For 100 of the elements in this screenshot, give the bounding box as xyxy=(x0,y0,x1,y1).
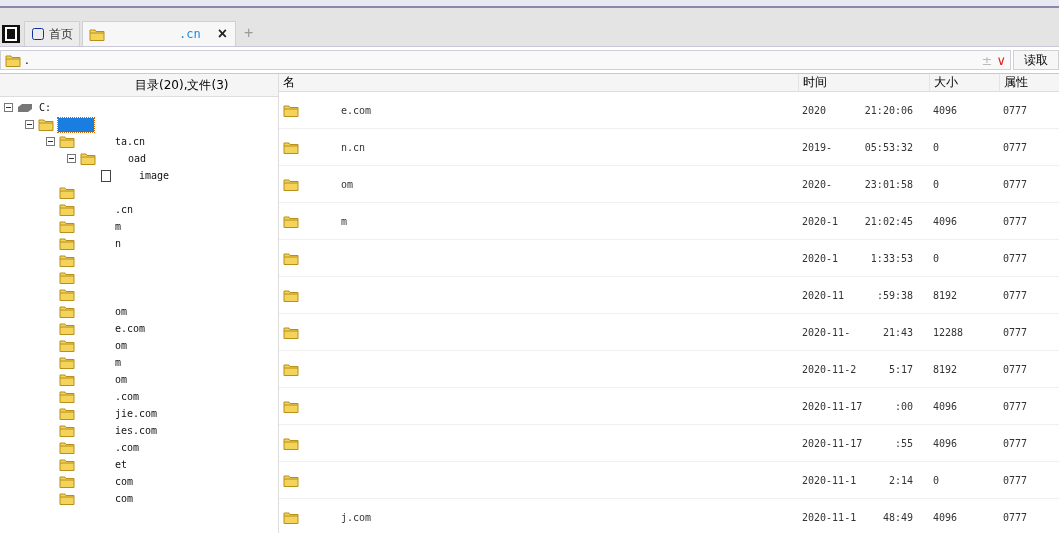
tree-item[interactable]: om xyxy=(115,340,128,351)
count-label: 目录(20),文件(3) xyxy=(135,76,229,94)
folder-icon xyxy=(59,407,75,420)
folder-icon xyxy=(59,356,75,369)
date-text: 2020-11 xyxy=(802,289,845,301)
size-cell-text: 4096 xyxy=(932,437,959,449)
folder-icon xyxy=(59,390,75,403)
folder-icon xyxy=(59,254,75,267)
date-text: 2019- xyxy=(802,141,833,153)
folder-icon xyxy=(38,118,54,131)
tree-item[interactable]: oad xyxy=(128,153,147,164)
collapse-toggle[interactable] xyxy=(67,154,76,163)
size-cell-text: 12288 xyxy=(932,326,965,338)
dropdown-icon[interactable]: ∨ xyxy=(996,52,1006,68)
size-cell-text: 4096 xyxy=(932,215,959,227)
folder-icon xyxy=(59,220,75,233)
tree-item[interactable]: com xyxy=(115,493,134,504)
attr-cell-text: 0777 xyxy=(1002,104,1029,116)
time-text: 21:20:06 xyxy=(864,104,913,116)
folder-icon xyxy=(59,186,75,199)
folder-icon xyxy=(283,103,299,117)
attr-cell-text: 0777 xyxy=(1002,400,1029,412)
close-button[interactable]: × xyxy=(215,25,229,43)
folder-icon xyxy=(283,399,299,413)
path-field[interactable]: . ± ∨ xyxy=(0,50,1011,70)
folder-icon xyxy=(59,441,75,454)
date-text: 2020- xyxy=(802,178,833,190)
time-text: 48:49 xyxy=(882,511,913,523)
tree-item[interactable]: .com xyxy=(115,391,140,402)
folder-icon xyxy=(283,510,299,524)
tree-item[interactable]: om xyxy=(115,306,128,317)
time-text: 2:14 xyxy=(888,474,913,486)
tab[interactable]: .cn × xyxy=(82,21,236,46)
attr-cell-text: 0777 xyxy=(1002,252,1029,264)
column-header[interactable]: 名 xyxy=(279,74,798,91)
date-text: 2020-11-1 xyxy=(802,474,857,486)
time-text: 5:17 xyxy=(888,363,913,375)
tree-item[interactable]: m xyxy=(115,221,122,232)
time-text: 21:43 xyxy=(882,326,913,338)
collapse-toggle[interactable] xyxy=(4,103,13,112)
tree-item[interactable]: image xyxy=(139,170,170,181)
folder-icon xyxy=(59,339,75,352)
folder-icon xyxy=(89,27,105,41)
date-text: 2020-11-17 xyxy=(802,400,863,412)
app-icon[interactable] xyxy=(2,25,20,43)
folder-icon xyxy=(283,251,299,265)
attr-cell-text: 0777 xyxy=(1002,141,1029,153)
time-text: :55 xyxy=(894,437,913,449)
size-cell-text: 8192 xyxy=(932,363,959,375)
folder-icon xyxy=(283,436,299,450)
time-text: 05:53:32 xyxy=(864,141,913,153)
date-text: 2020-1 xyxy=(802,215,839,227)
collapse-toggle[interactable] xyxy=(25,120,34,129)
folder-icon xyxy=(283,362,299,376)
date-text: 2020-11-2 xyxy=(802,363,857,375)
tree-item[interactable]: ta.cn xyxy=(115,136,146,147)
folder-icon xyxy=(283,140,299,154)
attr-cell-text: 0777 xyxy=(1002,326,1029,338)
tree-item[interactable]: et xyxy=(115,459,128,470)
tab[interactable]: 首页 xyxy=(24,21,80,46)
tree-item[interactable]: e.com xyxy=(115,323,146,334)
file-name: j.com xyxy=(341,511,372,523)
tree-item[interactable]: jie.com xyxy=(115,408,158,419)
date-text: 2020-11- xyxy=(802,326,851,338)
tree-item[interactable]: .com xyxy=(115,442,140,453)
folder-icon xyxy=(283,214,299,228)
read-button[interactable]: 读取 xyxy=(1013,50,1059,70)
tree-item[interactable]: .cn xyxy=(115,204,134,215)
tree-item[interactable]: C: xyxy=(39,102,52,113)
size-cell-text: 4096 xyxy=(932,400,959,412)
tree-item[interactable]: n xyxy=(115,238,122,249)
folder-icon xyxy=(59,373,75,386)
file-name: m xyxy=(341,215,348,227)
folder-icon xyxy=(5,53,21,67)
file-name: om xyxy=(341,178,354,190)
column-header[interactable]: 大小 xyxy=(929,74,999,91)
column-header[interactable]: 时间 xyxy=(798,74,929,91)
tree-item[interactable]: ies.com xyxy=(115,425,158,436)
attr-cell-text: 0777 xyxy=(1002,215,1029,227)
collapse-toggle[interactable] xyxy=(46,137,55,146)
folder-icon xyxy=(59,203,75,216)
home-icon xyxy=(31,27,45,41)
size-cell-text: 0 xyxy=(932,178,941,190)
folder-icon xyxy=(59,237,75,250)
folder-icon xyxy=(80,152,96,165)
size-cell-text: 0 xyxy=(932,474,941,486)
time-text: :00 xyxy=(894,400,913,412)
tree-item[interactable]: om xyxy=(115,374,128,385)
tree-item[interactable]: m xyxy=(115,357,122,368)
time-text: :59:38 xyxy=(876,289,913,301)
folder-icon xyxy=(59,288,75,301)
time-text: 21:02:45 xyxy=(864,215,913,227)
folder-icon xyxy=(59,458,75,471)
tree-item[interactable]: com xyxy=(115,476,134,487)
column-header[interactable]: 属性 xyxy=(999,74,1059,91)
size-cell-text: 0 xyxy=(932,141,941,153)
time-text: 1:33:53 xyxy=(870,252,913,264)
folder-icon xyxy=(59,475,75,488)
date-text: 2020 xyxy=(802,104,827,116)
drive-icon xyxy=(17,102,33,113)
